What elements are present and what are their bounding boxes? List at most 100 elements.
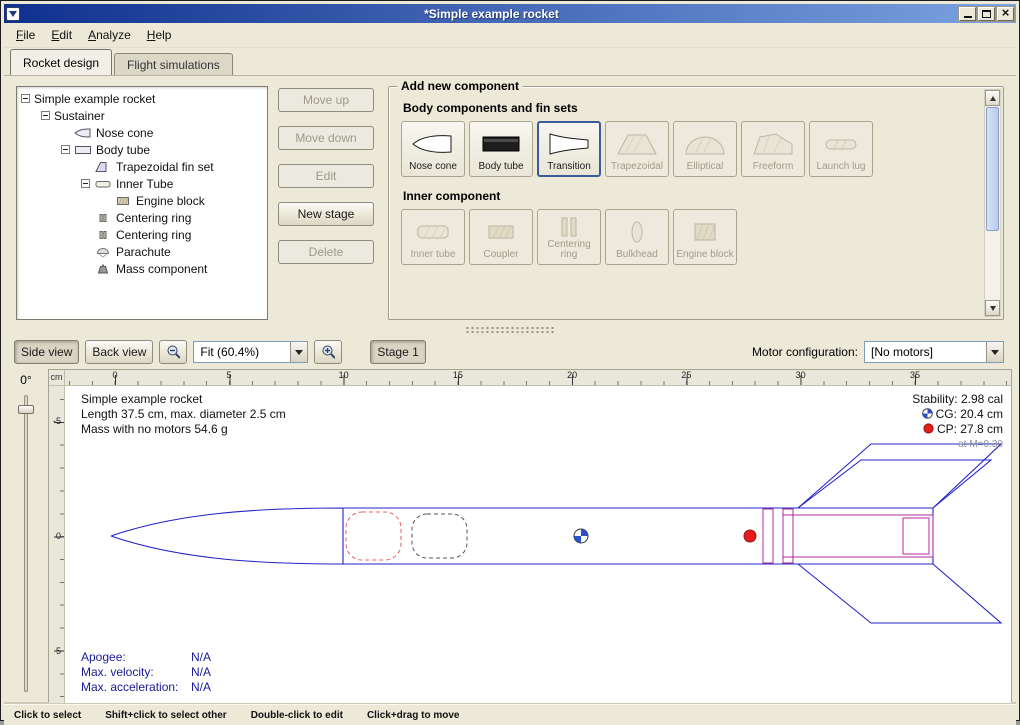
inner-tube-assembly-outline[interactable] — [763, 509, 933, 563]
trapezoidal-fin-icon — [615, 126, 659, 162]
hint-double-click: Double-click to edit — [251, 710, 343, 721]
delete-button[interactable]: Delete — [278, 240, 374, 264]
split-pane-divider[interactable] — [4, 324, 1016, 335]
add-body-tube-button[interactable]: Body tube — [469, 121, 533, 177]
scroll-up-arrow-icon[interactable] — [985, 90, 1000, 106]
freeform-fin-icon — [751, 126, 795, 162]
collapse-icon[interactable] — [41, 111, 50, 120]
rocket-body-outline[interactable] — [111, 508, 933, 564]
tree-item-mass-component[interactable]: Mass component — [17, 260, 267, 277]
tab-flight-simulations[interactable]: Flight simulations — [114, 53, 233, 75]
tree-item-centering-ring-1[interactable]: Centering ring — [17, 209, 267, 226]
body-tube-icon — [74, 144, 92, 156]
new-stage-button[interactable]: New stage — [278, 202, 374, 226]
tree-item-parachute[interactable]: Parachute — [17, 243, 267, 260]
centering-ring-icon — [94, 212, 112, 224]
titlebar[interactable]: *Simple example rocket — [4, 4, 1016, 23]
transition-icon — [547, 126, 591, 162]
horizontal-ruler: 0 5 10 15 20 25 30 35 — [65, 370, 1011, 386]
slider-handle[interactable] — [18, 405, 34, 414]
slider-track[interactable] — [24, 395, 28, 692]
collapse-icon[interactable] — [21, 94, 30, 103]
tree-item-inner-tube[interactable]: Inner Tube — [17, 175, 267, 192]
centering-ring-icon — [547, 214, 591, 240]
menu-file[interactable]: File — [8, 24, 43, 46]
back-view-button[interactable]: Back view — [85, 340, 153, 364]
zoom-in-button[interactable] — [314, 340, 342, 364]
chevron-down-icon[interactable] — [290, 342, 307, 362]
inner-component-label: Inner component — [403, 189, 979, 203]
design-top-section: Simple example rocket Sustainer Nose con… — [4, 76, 1016, 324]
divider-grip-icon — [465, 326, 555, 333]
hint-click-select: Click to select — [14, 710, 81, 721]
add-nose-cone-button[interactable]: Nose cone — [401, 121, 465, 177]
tree-item-nose-cone[interactable]: Nose cone — [17, 124, 267, 141]
scrollbar-thumb[interactable] — [986, 107, 999, 231]
rocket-view-section: 0° cm 0 5 10 15 20 25 30 35 — [4, 369, 1016, 704]
add-transition-button[interactable]: Transition — [537, 121, 601, 177]
add-inner-tube-button[interactable]: Inner tube — [401, 209, 465, 265]
add-centering-ring-button[interactable]: Centering ring — [537, 209, 601, 265]
rotation-slider[interactable] — [16, 395, 36, 692]
tree-item-body-tube[interactable]: Body tube — [17, 141, 267, 158]
menu-help[interactable]: Help — [139, 24, 180, 46]
tab-bar: Rocket design Flight simulations — [4, 48, 1016, 75]
chevron-down-icon[interactable] — [986, 342, 1003, 362]
zoom-out-button[interactable] — [159, 340, 187, 364]
motor-configuration-select[interactable]: [No motors] — [864, 341, 1004, 363]
rocket-canvas-area: cm 0 5 10 15 20 25 30 35 -5 0 5 — [48, 369, 1012, 704]
menu-analyze[interactable]: Analyze — [80, 24, 139, 46]
flight-info-block: Apogee:N/A Max. velocity:N/A Max. accele… — [81, 650, 211, 695]
add-freeform-fin-button[interactable]: Freeform — [741, 121, 805, 177]
stage-1-toggle[interactable]: Stage 1 — [370, 340, 425, 364]
collapse-icon[interactable] — [81, 179, 90, 188]
side-view-button[interactable]: Side view — [14, 340, 79, 364]
add-engine-block-button[interactable]: Engine block — [673, 209, 737, 265]
menu-edit[interactable]: Edit — [43, 24, 80, 46]
status-bar: Click to select Shift+click to select ot… — [4, 704, 1016, 725]
zoom-select[interactable]: Fit (60.4%) — [193, 341, 308, 363]
move-down-button[interactable]: Move down — [278, 126, 374, 150]
group-title: Add new component — [397, 79, 523, 93]
tree-item-engine-block[interactable]: Engine block — [17, 192, 267, 209]
parachute-outline[interactable] — [346, 512, 401, 560]
rocket-drawing-canvas[interactable]: Simple example rocket Length 37.5 cm, ma… — [65, 386, 1011, 703]
add-coupler-button[interactable]: Coupler — [469, 209, 533, 265]
tree-item-sustainer[interactable]: Sustainer — [17, 107, 267, 124]
fin-set-icon — [94, 161, 112, 173]
menubar: File Edit Analyze Help — [4, 23, 1016, 48]
minimize-button[interactable] — [959, 7, 976, 21]
rocket-design-pane: Simple example rocket Sustainer Nose con… — [4, 75, 1016, 725]
add-trapezoidal-fin-button[interactable]: Trapezoidal — [605, 121, 669, 177]
tree-item-fin-set[interactable]: Trapezoidal fin set — [17, 158, 267, 175]
add-elliptical-fin-button[interactable]: Elliptical — [673, 121, 737, 177]
edit-button[interactable]: Edit — [278, 164, 374, 188]
cg-legend-icon — [922, 408, 933, 419]
rocket-info-block: Simple example rocket Length 37.5 cm, ma… — [81, 392, 286, 437]
close-button[interactable] — [997, 7, 1014, 21]
tab-rocket-design[interactable]: Rocket design — [10, 49, 112, 75]
scroll-down-arrow-icon[interactable] — [985, 300, 1000, 316]
component-tree: Simple example rocket Sustainer Nose con… — [16, 86, 268, 320]
zoom-in-icon — [321, 344, 335, 360]
add-bulkhead-button[interactable]: Bulkhead — [605, 209, 669, 265]
parachute-icon — [94, 246, 112, 258]
app-icon[interactable] — [6, 7, 20, 21]
maximize-button[interactable] — [978, 7, 995, 21]
cg-marker — [574, 529, 588, 543]
mass-component-outline[interactable] — [412, 514, 467, 558]
component-panel-scrollbar[interactable] — [984, 89, 1001, 317]
tree-item-centering-ring-2[interactable]: Centering ring — [17, 226, 267, 243]
tree-item-rocket[interactable]: Simple example rocket — [17, 90, 267, 107]
rocket-name: Simple example rocket — [81, 392, 286, 407]
centering-ring-icon — [94, 229, 112, 241]
fin-set-outline[interactable] — [798, 444, 1001, 623]
coupler-icon — [479, 214, 523, 250]
collapse-icon[interactable] — [61, 145, 70, 154]
add-launch-lug-button[interactable]: Launch lug — [809, 121, 873, 177]
launch-lug-icon — [819, 126, 863, 162]
inner-tube-icon — [411, 214, 455, 250]
move-up-button[interactable]: Move up — [278, 88, 374, 112]
nose-cone-icon — [74, 127, 92, 139]
cp-value: CP: 27.8 cm — [937, 422, 1003, 436]
